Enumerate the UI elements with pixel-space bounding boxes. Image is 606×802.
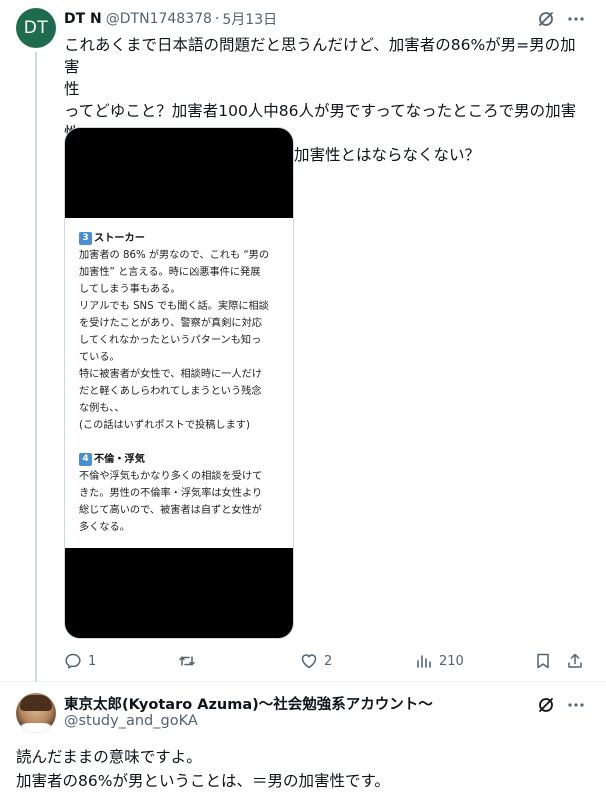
avatar-hair: [20, 695, 52, 711]
image-text-line: してくれなかったというパターンも知っ: [79, 335, 262, 346]
tweet-card[interactable]: DT DT N @DTN1748378 · 5月13日 これあくまで日本語の問題…: [0, 0, 606, 682]
attached-image[interactable]: 3 ストーカー 加害者の 86% が男なので、これも “男の 加害性” と言える…: [64, 127, 294, 639]
tweet-text-line: 読んだままの意味ですよ。: [16, 748, 202, 766]
views-button[interactable]: 210: [415, 650, 464, 672]
section-heading: 4 不倫・浮気: [79, 451, 279, 468]
thread-line: [35, 52, 37, 682]
image-text-line: だと軽くあしらわれてしまうという残念: [79, 386, 262, 397]
more-options-icon[interactable]: [566, 695, 586, 715]
author-name[interactable]: 東京太郎(Kyotaro Azuma)〜社会勉強系アカウント〜: [64, 693, 433, 714]
image-text-line: 加害者の 86% が男なので、これも “男の: [79, 250, 270, 261]
image-text-line: きた。男性の不倫率・浮気率は女性より: [79, 488, 263, 499]
image-text-line: (この話はいずれポストで投稿します): [79, 420, 250, 431]
avatar[interactable]: DT: [16, 8, 56, 48]
post-date[interactable]: 5月13日: [222, 9, 277, 29]
tweet-text-line: これあくまで日本語の問題だと思うんだけど、加害者の86%が男=男の加害: [64, 36, 576, 76]
grok-icon[interactable]: [536, 695, 556, 715]
image-text-line: 不倫や浮気もかなり多くの相談を受けて: [79, 471, 263, 482]
author-handle[interactable]: @DTN1748378: [106, 11, 212, 27]
section-title: 不倫・浮気: [94, 454, 145, 465]
reply-button[interactable]: 1: [64, 650, 96, 672]
image-text-line: を受けたことがあり、警察が真剣に対応: [79, 318, 262, 329]
number-badge: 3: [79, 232, 92, 245]
image-text-line: 多くなる。: [79, 522, 130, 533]
section-heading: 3 ストーカー: [79, 230, 279, 247]
image-text-line: な例も、、: [79, 403, 125, 414]
section-title: ストーカー: [94, 233, 145, 244]
author-name[interactable]: DT N: [64, 11, 102, 27]
image-text-line: 総じて高いので、被害者は自ずと女性が: [79, 505, 262, 516]
number-badge: 4: [79, 453, 92, 466]
image-text-line: ている。: [79, 352, 120, 363]
image-text-content: 3 ストーカー 加害者の 86% が男なので、これも “男の 加害性” と言える…: [65, 218, 293, 548]
image-text-line: リアルでも SNS でも聞く話。実際に相談: [79, 301, 269, 312]
tweet-card[interactable]: 東京太郎(Kyotaro Azuma)〜社会勉強系アカウント〜 @study_a…: [0, 683, 606, 802]
bookmark-icon: [537, 653, 549, 669]
avatar-shirt: [18, 723, 54, 733]
tweet-header: DT N @DTN1748378 · 5月13日: [64, 9, 277, 29]
tweet-text: 読んだままの意味ですよ。 加害者の86%が男ということは、＝男の加害性です。: [16, 745, 586, 793]
author-handle[interactable]: @study_and_goKA: [64, 713, 198, 729]
heart-icon: [301, 654, 317, 669]
share-button[interactable]: [566, 650, 584, 672]
avatar[interactable]: [16, 693, 56, 733]
retweet-icon: [179, 656, 195, 666]
share-icon: [568, 653, 582, 668]
image-text-line: 特に被害者が女性で、相談時に一人だけ: [79, 369, 262, 380]
reply-icon: [65, 653, 81, 669]
action-bar: 1 2 210: [64, 650, 590, 672]
tweet-text-line: 加害者の86%が男ということは、＝男の加害性です。: [16, 772, 390, 790]
grok-icon[interactable]: [536, 9, 556, 29]
analytics-icon: [417, 655, 431, 668]
more-options-icon[interactable]: [566, 9, 586, 29]
bookmark-button[interactable]: [534, 650, 552, 672]
image-text-line: してしまう事もある。: [79, 284, 181, 295]
tweet-text-line: 性: [64, 80, 80, 98]
view-count: 210: [439, 653, 464, 669]
retweet-button[interactable]: [178, 650, 202, 672]
image-text-line: 加害性” と言える。時に凶悪事件に発展: [79, 267, 261, 278]
like-count: 2: [324, 653, 333, 669]
reply-count: 1: [88, 653, 97, 669]
like-button[interactable]: 2: [300, 650, 332, 672]
separator-dot: ·: [214, 11, 220, 27]
